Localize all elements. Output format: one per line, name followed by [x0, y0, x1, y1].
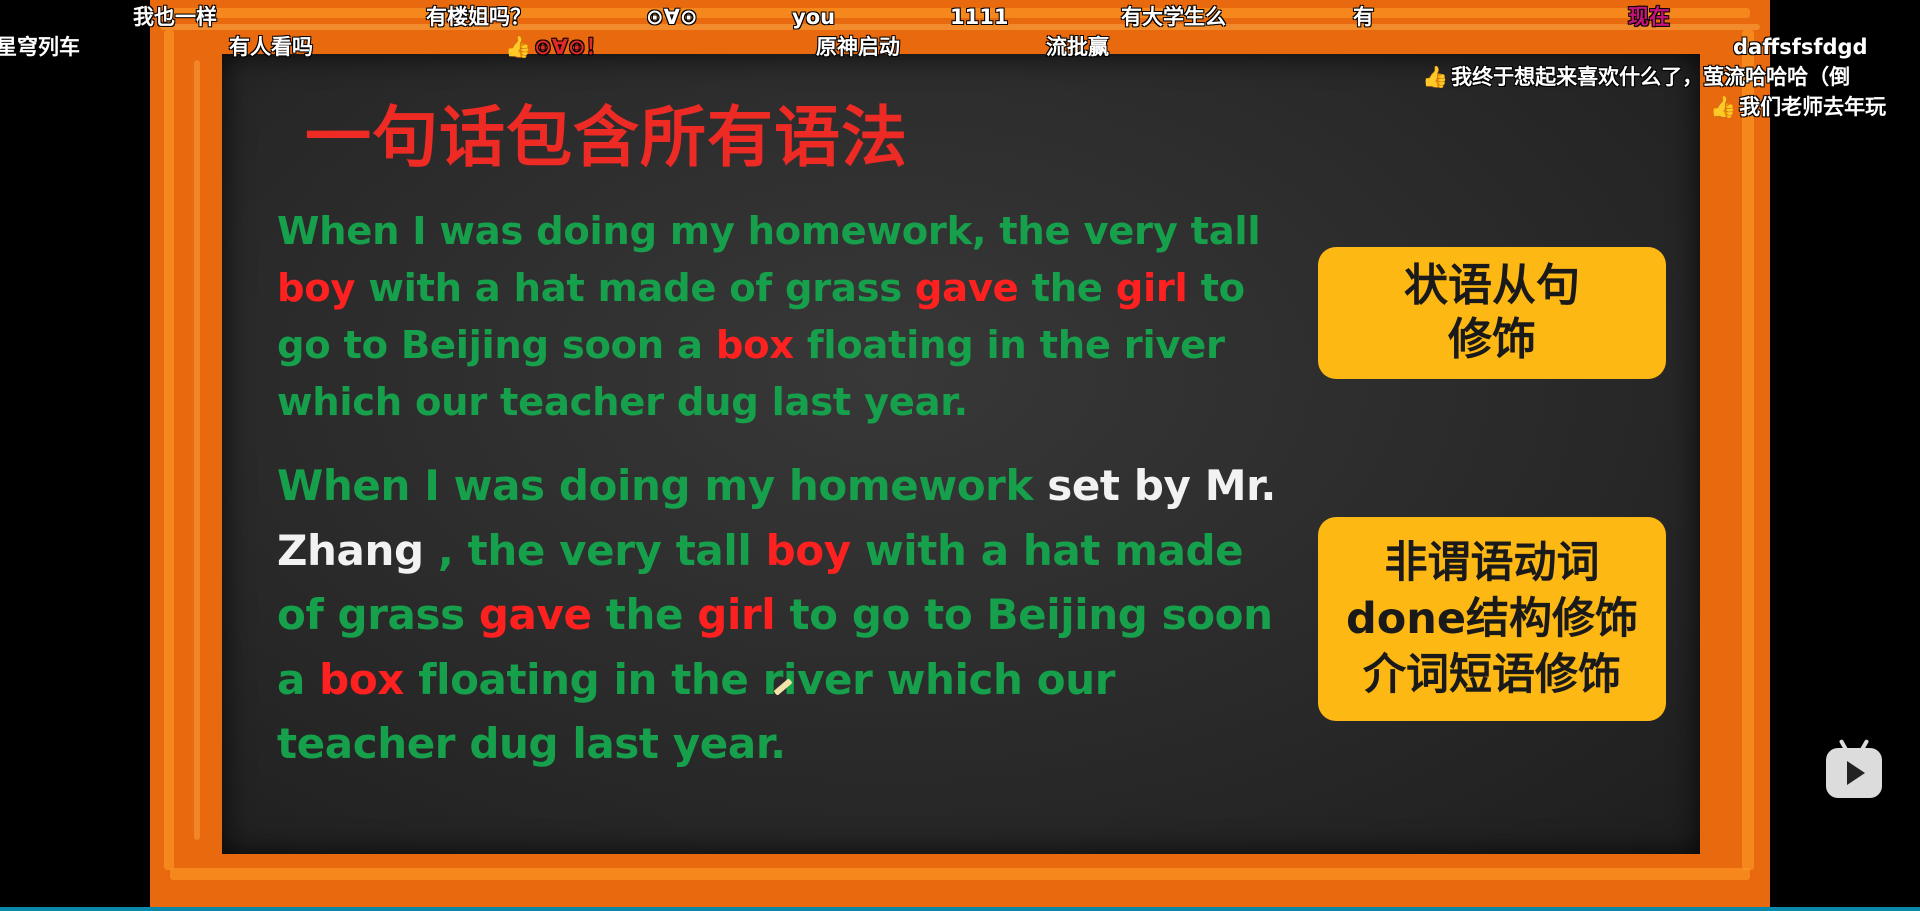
progress-bar[interactable] — [0, 907, 1920, 911]
danmaku-text: 流批赢 — [1046, 35, 1109, 59]
danmaku-text: ⊙∀⊙！ — [534, 35, 607, 59]
danmaku-comment: 有大学生么 — [1121, 5, 1226, 29]
sentence-segment: the — [591, 590, 698, 639]
danmaku-comment: 有楼姐吗？ — [426, 5, 531, 29]
danmaku-text: 有大学生么 — [1121, 5, 1226, 29]
label-line: 修饰 — [1448, 314, 1536, 365]
sentence-segment: the — [1018, 266, 1116, 311]
danmaku-text: 原神启动 — [816, 35, 900, 59]
thumbs-up-icon: 👍 — [1422, 65, 1449, 89]
label-line: done结构修饰 — [1345, 594, 1639, 644]
play-button[interactable] — [1826, 738, 1882, 798]
thumbs-up-icon: 👍 — [505, 35, 532, 59]
danmaku-text: you — [792, 5, 836, 29]
play-icon — [1847, 761, 1865, 785]
slide-title: 一句话包含所有语法 — [305, 99, 908, 176]
sentence-segment: boy — [277, 266, 356, 311]
danmaku-text: 我们老师去年玩 — [1739, 95, 1887, 119]
danmaku-text: daffsfsfdgd — [1733, 35, 1868, 59]
danmaku-comment: you — [792, 5, 835, 29]
label-line: 介词短语修饰 — [1363, 650, 1621, 700]
thumbs-up-icon: 👍 — [1710, 95, 1737, 119]
danmaku-comment: 1111 — [950, 5, 1008, 29]
sentence-segment: girl — [697, 590, 776, 639]
danmaku-comment: 👍 ⊙∀⊙！ — [505, 35, 607, 59]
danmaku-comment: 现在 — [1628, 5, 1670, 29]
danmaku-text: 有人看吗 — [229, 35, 313, 59]
label-line: 非谓语动词 — [1384, 538, 1600, 588]
danmaku-comment: ⊙∀⊙ — [646, 5, 697, 29]
danmaku-comment: 我也一样 — [133, 5, 217, 29]
danmaku-comment: 👍 我们老师去年玩 — [1710, 95, 1886, 119]
adverbial-clause-label: 状语从句 修饰 — [1318, 247, 1666, 379]
label-line: 状语从句 — [1404, 260, 1580, 311]
example-sentence-1: When I was doing my homework, the very t… — [277, 203, 1277, 431]
sentence-segment: When I was doing my homework, the very t… — [277, 209, 1261, 254]
sentence-segment: box — [319, 654, 404, 704]
sentence-segment: , the very tall — [423, 525, 766, 575]
sentence-segment: girl — [1115, 266, 1188, 311]
danmaku-text: ⊙∀⊙ — [646, 5, 698, 29]
nonfinite-verb-label: 非谓语动词 done结构修饰 介词短语修饰 — [1318, 517, 1666, 721]
danmaku-comment: 星穹列车 — [0, 35, 80, 59]
sentence-segment: box — [715, 323, 794, 368]
danmaku-text: 现在 — [1628, 5, 1670, 29]
danmaku-text: 我终于想起来喜欢什么了，萤流哈哈哈（倒 — [1451, 65, 1851, 89]
danmaku-comment: 流批赢 — [1046, 35, 1109, 59]
video-player[interactable]: 一句话包含所有语法 When I was doing my homework, … — [150, 0, 1770, 907]
danmaku-comment: 有人看吗 — [229, 35, 313, 59]
sentence-segment: gave — [914, 266, 1019, 311]
danmaku-text: 星穹列车 — [0, 35, 80, 59]
danmaku-text: 1111 — [950, 5, 1009, 29]
danmaku-comment: 👍 我终于想起来喜欢什么了，萤流哈哈哈（倒 — [1422, 65, 1850, 89]
sentence-segment: gave — [478, 590, 592, 639]
example-sentence-2: When I was doing my homework set by Mr. … — [277, 454, 1287, 777]
danmaku-comment: 有 — [1353, 5, 1374, 29]
danmaku-comment: daffsfsfdgd — [1733, 35, 1868, 59]
danmaku-comment: 原神启动 — [816, 35, 900, 59]
chalkboard: 一句话包含所有语法 When I was doing my homework, … — [222, 54, 1700, 854]
sentence-segment: boy — [765, 525, 852, 575]
sentence-segment: When I was doing my homework — [277, 461, 1048, 510]
danmaku-text: 有楼姐吗？ — [426, 5, 531, 29]
danmaku-text: 我也一样 — [133, 5, 217, 29]
danmaku-text: 有 — [1353, 5, 1374, 29]
sentence-segment: with a hat made of grass — [355, 266, 915, 311]
